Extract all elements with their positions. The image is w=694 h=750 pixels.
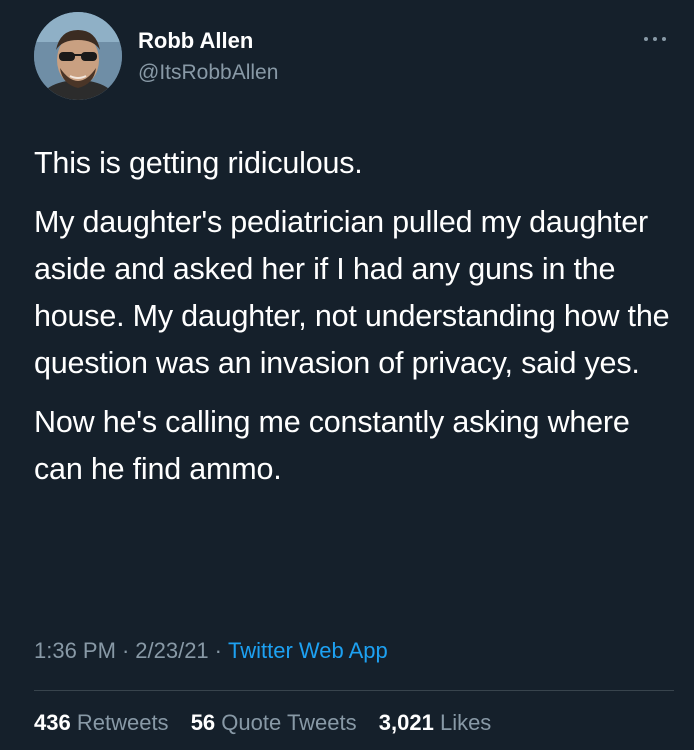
- handle[interactable]: @ItsRobbAllen: [138, 60, 278, 86]
- tweet-metadata: 1:36 PM · 2/23/21 · Twitter Web App: [34, 636, 388, 666]
- display-name[interactable]: Robb Allen: [138, 28, 278, 54]
- tweet-text: This is getting ridiculous. My daughter'…: [34, 140, 674, 505]
- quote-tweets-count: 56: [190, 710, 216, 735]
- avatar[interactable]: [34, 12, 122, 100]
- more-options-button[interactable]: [642, 32, 668, 46]
- author-info: Robb Allen @ItsRobbAllen: [138, 28, 278, 86]
- tweet-header: Robb Allen @ItsRobbAllen: [34, 12, 674, 104]
- separator: ·: [121, 638, 130, 663]
- likes-label: Likes: [439, 710, 492, 735]
- tweet-paragraph: This is getting ridiculous.: [34, 146, 363, 180]
- separator: ·: [214, 638, 222, 663]
- quote-tweets-label: Quote Tweets: [221, 710, 357, 735]
- more-options-icon: [644, 37, 666, 41]
- tweet-date[interactable]: 2/23/21: [135, 638, 208, 663]
- engagement-stats: 436 Retweets 56 Quote Tweets 3,021 Likes: [34, 708, 507, 738]
- retweets-stat[interactable]: 436 Retweets: [34, 710, 169, 735]
- tweet-source-link[interactable]: Twitter Web App: [228, 638, 388, 663]
- retweets-label: Retweets: [76, 710, 169, 735]
- tweet-paragraph: Now he's calling me constantly asking wh…: [34, 405, 630, 486]
- retweets-count: 436: [34, 710, 71, 735]
- divider: [34, 690, 674, 691]
- tweet-time[interactable]: 1:36 PM: [34, 638, 116, 663]
- tweet-paragraph: My daughter's pediatrician pulled my dau…: [34, 205, 670, 380]
- likes-stat[interactable]: 3,021 Likes: [379, 710, 492, 735]
- likes-count: 3,021: [378, 710, 434, 735]
- quote-tweets-stat[interactable]: 56 Quote Tweets: [191, 710, 357, 735]
- profile-photo-icon: [34, 12, 122, 100]
- tweet-card: Robb Allen @ItsRobbAllen This is getting…: [0, 0, 694, 750]
